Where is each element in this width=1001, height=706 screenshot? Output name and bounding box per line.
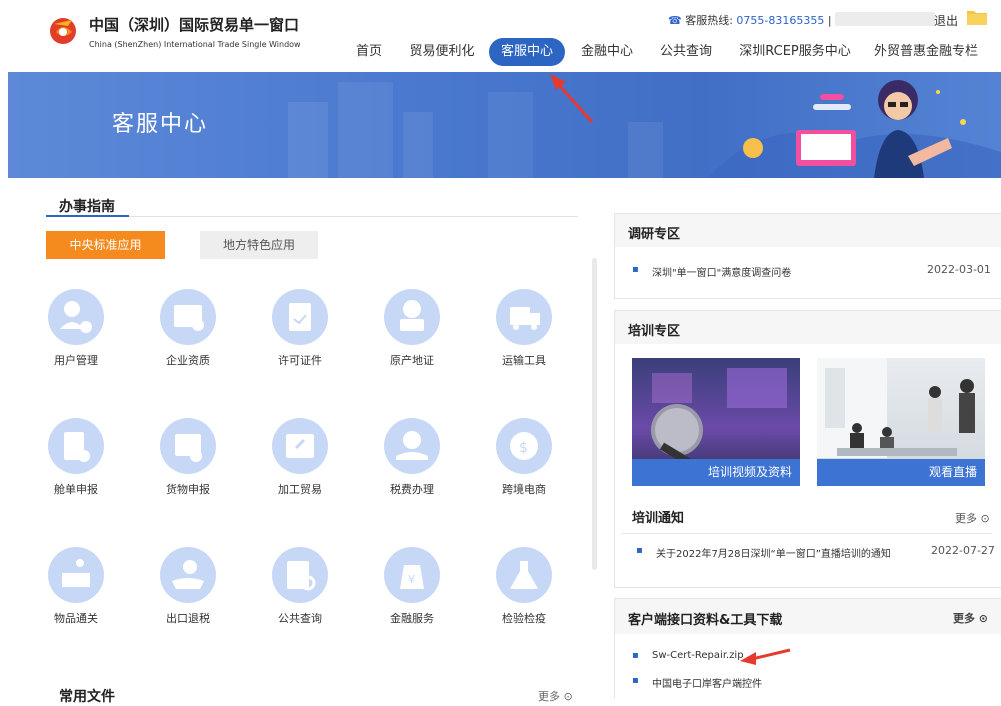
tab-central-standard[interactable]: 中央标准应用: [46, 231, 165, 259]
cargo-upload-icon[interactable]: [160, 418, 216, 474]
nav-public-query[interactable]: 公共查询: [658, 38, 714, 66]
service-label[interactable]: 物品通关: [36, 610, 116, 626]
tools-box-icon[interactable]: [272, 418, 328, 474]
hotline: ☎ 客服热线: 0755-83165355 |: [668, 12, 832, 28]
hand-refund-icon[interactable]: [160, 547, 216, 603]
list-bullet: ▪: [636, 545, 643, 556]
scrollbar[interactable]: [592, 258, 597, 570]
survey-link[interactable]: 深圳"单一窗口"满意度调查问卷: [652, 264, 791, 279]
downloads-more-link[interactable]: 更多 ⊙: [953, 610, 988, 626]
yuan-hand-icon[interactable]: [384, 418, 440, 474]
service-label[interactable]: 跨境电商: [484, 481, 564, 497]
folder-icon[interactable]: [966, 8, 988, 26]
panel-header: 调研专区: [615, 214, 1001, 247]
svg-text:¥: ¥: [408, 573, 415, 586]
service-label[interactable]: 货物申报: [148, 481, 228, 497]
service-label[interactable]: 舱单申报: [36, 481, 116, 497]
service-label[interactable]: 公共查询: [260, 610, 340, 626]
brand-name: 中国（深圳）国际贸易单一窗口: [89, 16, 300, 34]
banner-title: 客服中心: [112, 112, 209, 137]
download-eport-client-control[interactable]: 中国电子口岸客户端控件: [652, 675, 762, 690]
training-more-link[interactable]: 更多 ⊙: [955, 510, 990, 526]
list-bullet: ▪: [632, 264, 639, 275]
money-bag-icon[interactable]: ¥: [384, 547, 440, 603]
service-label[interactable]: 加工贸易: [260, 481, 340, 497]
service-label[interactable]: 用户管理: [36, 352, 116, 368]
hotline-number: 0755-83165355: [736, 14, 825, 27]
annotation-arrow: [740, 648, 791, 665]
truck-icon[interactable]: [496, 289, 552, 345]
nav-trade-facilitation[interactable]: 贸易便利化: [408, 38, 476, 66]
panel-header: 客户端接口资料&工具下载 更多 ⊙: [615, 599, 1001, 634]
hotline-label: 客服热线:: [685, 14, 733, 27]
notice-divider: [622, 533, 992, 534]
logout-link[interactable]: 退出: [934, 12, 958, 29]
nav-foreign-trade-finance[interactable]: 外贸普惠金融专栏: [872, 38, 980, 66]
flask-icon[interactable]: [496, 547, 552, 603]
service-label[interactable]: 原产地证: [372, 352, 452, 368]
certificate-icon[interactable]: [160, 289, 216, 345]
training-title: 培训专区: [628, 324, 681, 339]
training-video-caption: 培训视频及资料: [632, 459, 800, 486]
live-stream-card[interactable]: 观看直播: [817, 358, 985, 486]
training-notice-title: 培训通知: [632, 511, 685, 526]
list-bullet: ▪: [632, 650, 639, 661]
downloads-title: 客户端接口资料&工具下载: [628, 613, 783, 628]
survey-title: 调研专区: [628, 227, 681, 242]
service-label[interactable]: 金融服务: [372, 610, 452, 626]
guide-title: 办事指南: [59, 199, 115, 215]
svg-text:$: $: [519, 440, 528, 456]
clipboard-check-icon[interactable]: [272, 289, 328, 345]
globe-dollar-icon[interactable]: $: [496, 418, 552, 474]
globe-basket-icon[interactable]: [384, 289, 440, 345]
nav-home[interactable]: 首页: [354, 38, 384, 66]
survey-date: 2022-03-01: [927, 263, 991, 276]
survey-panel: 调研专区: [614, 213, 1001, 299]
service-label[interactable]: 许可证件: [260, 352, 340, 368]
manifest-upload-icon[interactable]: [48, 418, 104, 474]
nav-finance-center[interactable]: 金融中心: [579, 38, 635, 66]
training-notice-link[interactable]: 关于2022年7月28日深圳“单一窗口”直播培训的通知: [656, 545, 891, 560]
live-stream-caption: 观看直播: [817, 459, 985, 486]
common-files-more-link[interactable]: 更多 ⊙: [538, 688, 573, 704]
training-video-card[interactable]: 培训视频及资料: [632, 358, 800, 486]
separator: |: [827, 14, 832, 27]
service-label[interactable]: 检验检疫: [484, 610, 564, 626]
site-logo-icon[interactable]: [46, 12, 80, 46]
service-label[interactable]: 税费办理: [372, 481, 452, 497]
download-sw-cert-repair[interactable]: Sw-Cert-Repair.zip: [652, 650, 744, 661]
service-label[interactable]: 出口退税: [148, 610, 228, 626]
user-settings-icon[interactable]: [48, 289, 104, 345]
list-bullet: ▪: [632, 675, 639, 686]
service-label[interactable]: 运输工具: [484, 352, 564, 368]
common-files-title: 常用文件: [59, 689, 115, 705]
nav-customer-service[interactable]: 客服中心: [489, 38, 565, 66]
training-notice-date: 2022-07-27: [931, 544, 995, 557]
username-redacted: [835, 12, 935, 26]
document-search-icon[interactable]: [272, 547, 328, 603]
nav-rcep-center[interactable]: 深圳RCEP服务中心: [738, 38, 852, 66]
annotation-arrow: [550, 74, 594, 124]
tab-local-featured[interactable]: 地方特色应用: [200, 231, 318, 259]
brand-name-english: China (ShenZhen) International Trade Sin…: [89, 40, 301, 49]
person-box-icon[interactable]: [48, 547, 104, 603]
phone-icon: ☎: [668, 14, 682, 27]
panel-header: 培训专区: [615, 311, 1001, 344]
service-label[interactable]: 企业资质: [148, 352, 228, 368]
